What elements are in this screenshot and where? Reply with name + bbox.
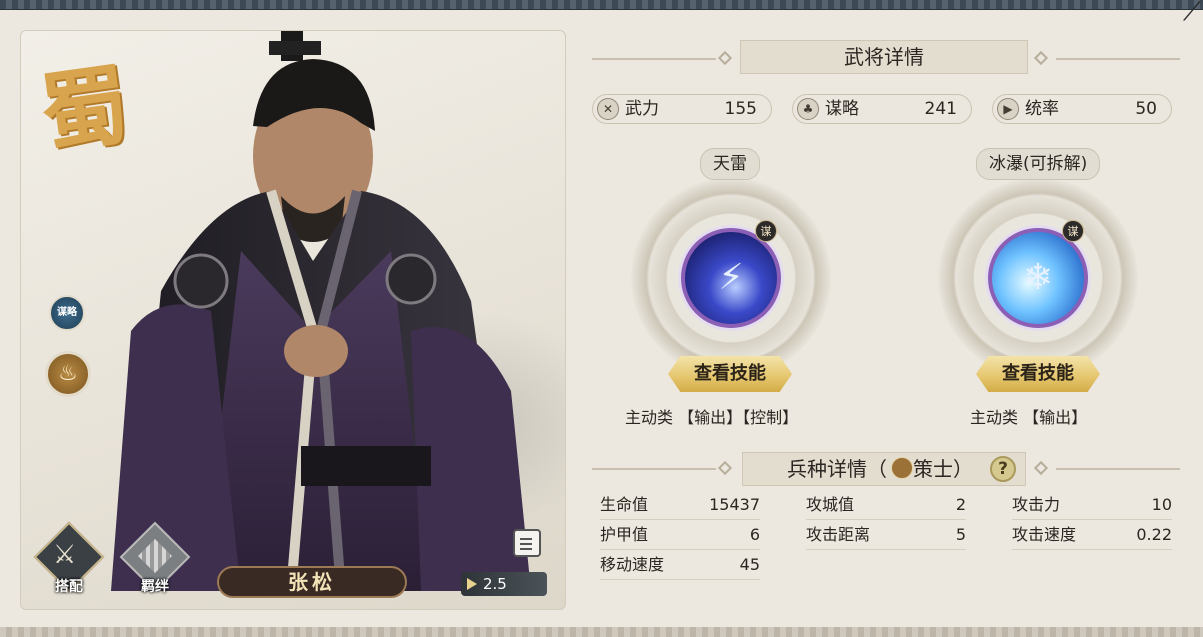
troop-class-icon[interactable]: ♨ <box>45 351 91 397</box>
leaf-icon: ♣ <box>797 98 819 120</box>
strategy-badge-icon[interactable]: 谋略 <box>49 295 85 331</box>
equip-button-label: 搭配 <box>55 579 83 595</box>
troop-stat-armor: 护甲值 6 <box>600 522 760 550</box>
general-name: 张松 <box>217 566 407 598</box>
snowflake-glyph: ❄ <box>1022 257 1054 298</box>
skill-name: 天雷 <box>700 148 760 180</box>
stat-value: 241 <box>924 99 957 119</box>
troop-stat-value: 6 <box>749 525 760 544</box>
title-right-line <box>1056 58 1180 60</box>
troop-title: 兵种详情（ 策士） <box>742 452 1026 486</box>
close-icon[interactable]: ⟋ <box>1181 0 1203 28</box>
skill-tag-badge: 谋 <box>1062 220 1084 242</box>
troop-stat-label: 生命值 <box>600 495 649 514</box>
stat-strategy: ♣ 谋略 241 <box>792 94 972 124</box>
troop-stat-siege: 攻城值 2 <box>806 492 966 520</box>
crossed-swords-icon: ⚔ <box>53 540 77 570</box>
page-title: 武将详情 <box>740 40 1028 74</box>
skill-name: 冰瀑(可拆解) <box>976 148 1101 180</box>
title-left-line <box>592 58 716 60</box>
stat-value: 155 <box>724 99 757 119</box>
level-badge: 2.5 <box>461 572 547 596</box>
troop-stat-value: 15437 <box>709 495 760 514</box>
troop-stat-attack: 攻击力 10 <box>1012 492 1172 520</box>
swords-icon: ✕ <box>597 98 619 120</box>
title-left-deco <box>717 50 733 66</box>
view-skill-button[interactable]: 查看技能 <box>668 356 792 392</box>
title-right-deco <box>1033 50 1049 66</box>
troop-class-name: 策士 <box>913 457 953 481</box>
troop-stat-label: 护甲值 <box>600 525 649 544</box>
troop-title-right-deco <box>1033 460 1049 476</box>
troop-stat-value: 45 <box>739 555 760 574</box>
troop-class-icon <box>891 457 913 479</box>
stat-label: 谋略 <box>825 99 859 119</box>
stat-label: 武力 <box>625 99 659 119</box>
view-skill-button[interactable]: 查看技能 <box>976 356 1100 392</box>
lightning-orb-icon[interactable]: ⚡ <box>681 228 781 328</box>
skill-tag-badge: 谋 <box>755 220 777 242</box>
stat-value: 50 <box>1135 99 1157 119</box>
troop-title-suffix: ） <box>953 457 973 481</box>
troop-stat-range: 攻击距离 5 <box>806 522 966 550</box>
troop-title-left-deco <box>717 460 733 476</box>
banner-icon: ▶ <box>997 98 1019 120</box>
troop-stat-label: 攻击力 <box>1012 495 1061 514</box>
troop-stat-label: 攻击距离 <box>806 525 871 544</box>
bond-button-label: 羁绊 <box>141 579 169 595</box>
stat-force: ✕ 武力 155 <box>592 94 772 124</box>
troop-title-right-line <box>1056 468 1180 470</box>
skill-ring: ⚡ 谋 <box>631 178 831 378</box>
troop-stat-hp: 生命值 15437 <box>600 492 760 520</box>
troop-title-prefix: 兵种详情（ <box>787 457 887 481</box>
help-icon[interactable]: ? <box>990 456 1016 482</box>
skill-ring: ❄ 谋 <box>938 178 1138 378</box>
troop-stat-value: 5 <box>955 525 966 544</box>
equip-button[interactable]: ⚔ 搭配 <box>31 521 107 600</box>
bond-button[interactable]: 羁绊 <box>117 521 193 600</box>
troop-stat-value: 0.22 <box>1136 525 1172 544</box>
snowflake-orb-icon[interactable]: ❄ <box>988 228 1088 328</box>
top-border <box>0 0 1203 10</box>
stat-command: ▶ 统率 50 <box>992 94 1172 124</box>
troop-stat-attack-speed: 攻击速度 0.22 <box>1012 522 1172 550</box>
skill-type: 主动类 【输出】 <box>970 408 1088 427</box>
stack-icon[interactable] <box>513 529 541 557</box>
stat-label: 统率 <box>1025 99 1059 119</box>
troop-title-left-line <box>592 468 716 470</box>
troop-stat-label: 攻城值 <box>806 495 855 514</box>
skill-type: 主动类 【输出】【控制】 <box>625 408 799 427</box>
bottom-border <box>0 627 1203 637</box>
troop-stat-value: 10 <box>1151 495 1172 514</box>
lightning-glyph: ⚡ <box>718 257 744 298</box>
troop-stat-label: 移动速度 <box>600 555 665 574</box>
troop-stat-value: 2 <box>955 495 966 514</box>
troop-stat-move-speed: 移动速度 45 <box>600 552 760 580</box>
troop-stat-label: 攻击速度 <box>1012 525 1077 544</box>
portrait-panel: 蜀 谋略 ♨ ⚔ 搭配 羁绊 张松 2.5 <box>20 30 566 610</box>
